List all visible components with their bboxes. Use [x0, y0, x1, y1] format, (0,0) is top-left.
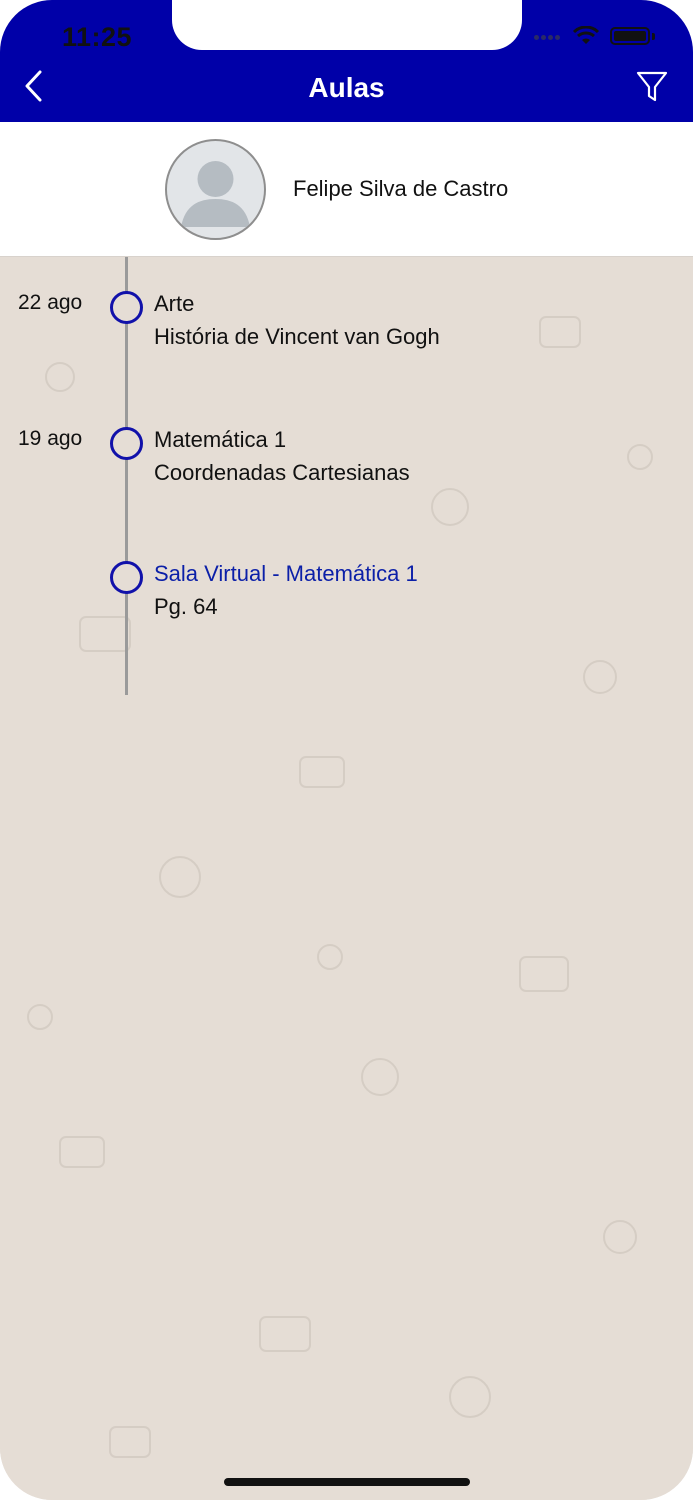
wifi-icon [572, 26, 600, 44]
lesson-topic: História de Vincent van Gogh [154, 324, 440, 349]
filter-button[interactable] [635, 70, 669, 104]
device-notch [172, 0, 522, 50]
lesson-subject: Arte [154, 291, 195, 316]
signal-icon [534, 27, 562, 45]
timeline-area: 22 ago Arte História de Vincent van Gogh… [0, 257, 693, 1500]
lesson-topic: Coordenadas Cartesianas [154, 460, 410, 485]
phone-screen: 11:25 Aulas Felipe Silva de Castro 22 ag… [0, 0, 693, 1500]
student-name: Felipe Silva de Castro [293, 176, 509, 201]
page-title: Aulas [308, 72, 385, 103]
lesson-date: 19 ago [18, 427, 83, 450]
lesson-date: 22 ago [18, 291, 83, 314]
nav-bar: 11:25 Aulas [0, 0, 693, 122]
battery-icon [610, 27, 650, 45]
avatar [165, 139, 266, 240]
virtual-room-link[interactable]: Sala Virtual - Matemática 1 [154, 561, 418, 587]
home-indicator[interactable] [224, 1478, 470, 1486]
timeline-dot-icon [110, 561, 143, 594]
profile-bar: Felipe Silva de Castro [0, 122, 693, 257]
timeline-dot-icon [110, 291, 143, 324]
lesson-topic: Pg. 64 [154, 594, 218, 619]
user-placeholder-icon [181, 161, 250, 227]
status-icons [534, 26, 655, 46]
background-pattern [27, 316, 653, 1458]
lesson-subject: Matemática 1 [154, 427, 287, 452]
timeline-dot-icon [110, 427, 143, 460]
status-time: 11:25 [62, 22, 133, 52]
